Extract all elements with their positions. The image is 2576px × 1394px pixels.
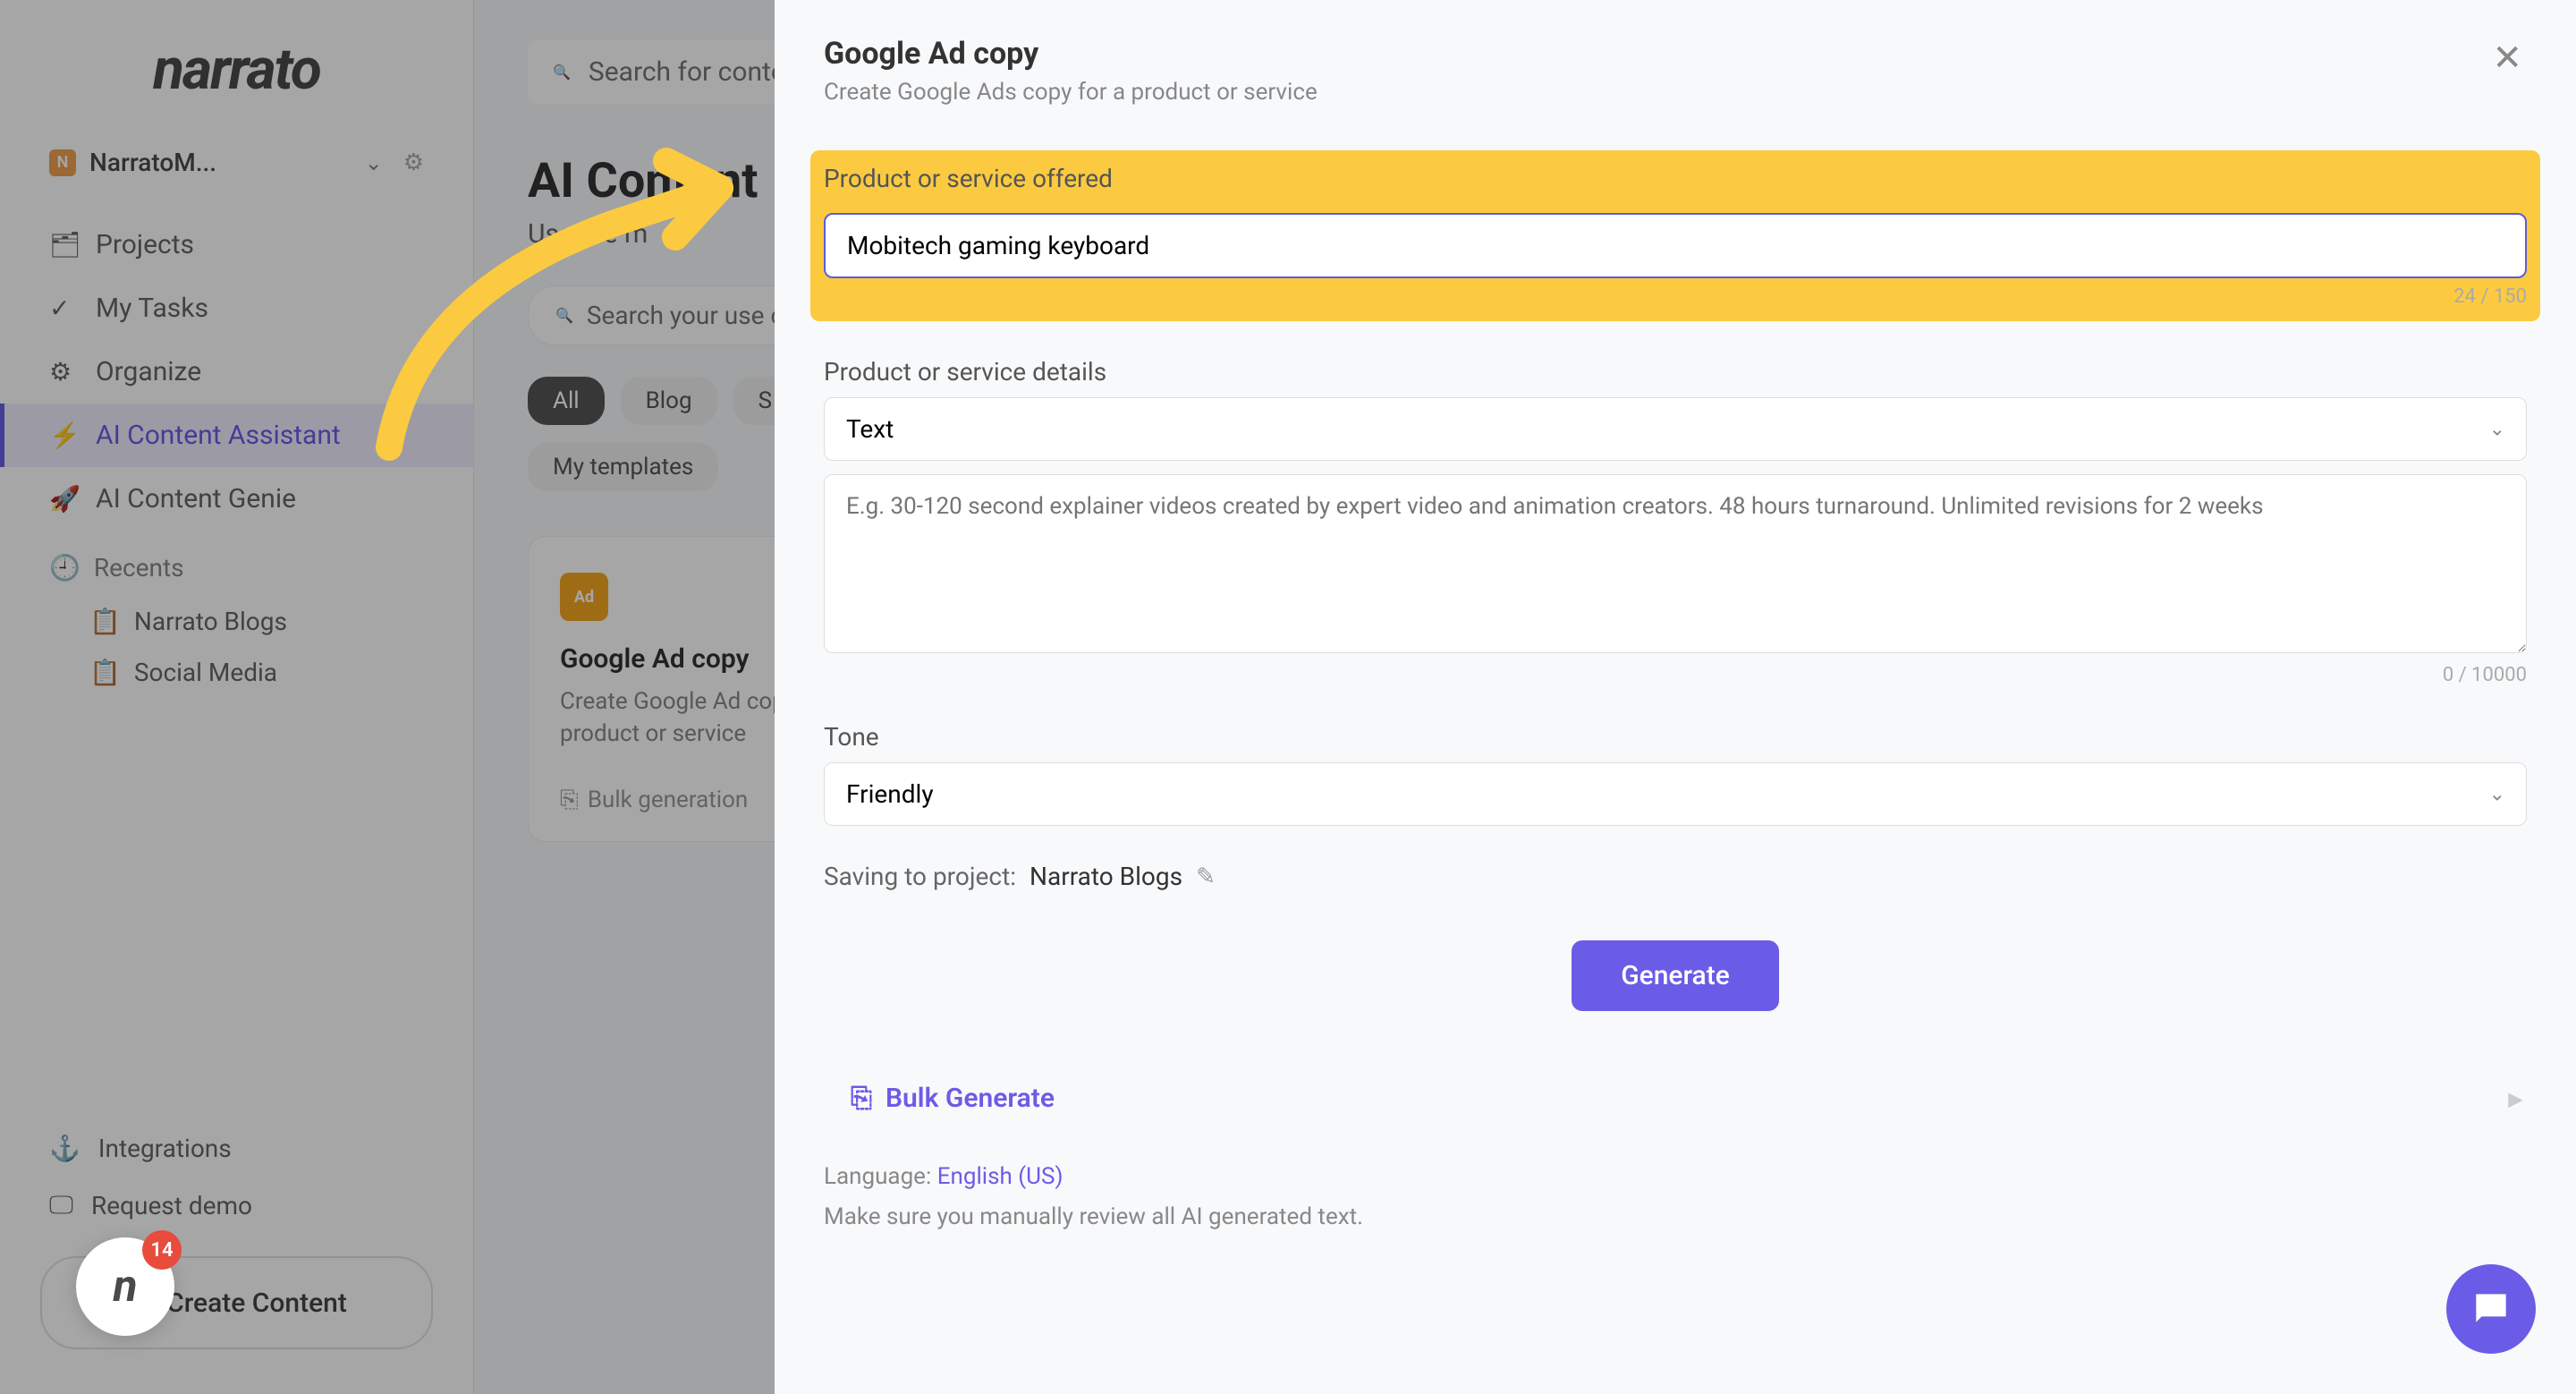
modal-title: Google Ad copy [824, 36, 1318, 72]
app-badge[interactable]: n 14 [76, 1237, 174, 1336]
badge-letter: n [113, 1261, 137, 1313]
generate-button[interactable]: Generate [1572, 940, 1779, 1011]
modal-subtitle: Create Google Ads copy for a product or … [824, 79, 1318, 106]
save-label: Saving to project: [824, 862, 1016, 891]
chat-button[interactable] [2446, 1264, 2536, 1354]
save-project-row: Saving to project: Narrato Blogs ✎ [824, 862, 2527, 891]
product-field-highlighted: Product or service offered 24 / 150 [810, 150, 2540, 321]
bulk-label: Bulk Generate [886, 1083, 1055, 1114]
chat-icon [2469, 1287, 2513, 1331]
modal: Google Ad copy Create Google Ads copy fo… [775, 0, 2576, 1394]
language-link[interactable]: English (US) [937, 1163, 1063, 1190]
tone-field: Tone Friendly ⌄ [824, 722, 2527, 826]
product-char-count: 24 / 150 [824, 285, 2527, 308]
close-icon: ✕ [2492, 37, 2522, 79]
tone-select[interactable]: Friendly [824, 762, 2527, 826]
project-name: Narrato Blogs [1030, 862, 1182, 891]
close-button[interactable]: ✕ [2487, 36, 2527, 81]
language-row: Language: English (US) [824, 1163, 2527, 1190]
details-textarea[interactable] [824, 474, 2527, 653]
tone-label: Tone [824, 722, 2527, 752]
triangle-right-icon: ▶ [2509, 1088, 2522, 1109]
details-type-select[interactable]: Text [824, 397, 2527, 461]
details-field: Product or service details Text ⌄ 0 / 10… [824, 357, 2527, 686]
details-label: Product or service details [824, 357, 2527, 387]
modal-header: Google Ad copy Create Google Ads copy fo… [824, 36, 2527, 106]
product-input[interactable] [824, 213, 2527, 278]
disclaimer: Make sure you manually review all AI gen… [824, 1203, 2527, 1230]
edit-icon[interactable]: ✎ [1196, 863, 1216, 890]
details-char-count: 0 / 10000 [824, 664, 2527, 686]
notification-count: 14 [142, 1230, 182, 1270]
bulk-generate-row[interactable]: ⎘ Bulk Generate ▶ [824, 1083, 2527, 1114]
copy-icon: ⎘ [851, 1083, 872, 1114]
language-label: Language: [824, 1163, 931, 1190]
product-label: Product or service offered [824, 164, 2527, 202]
